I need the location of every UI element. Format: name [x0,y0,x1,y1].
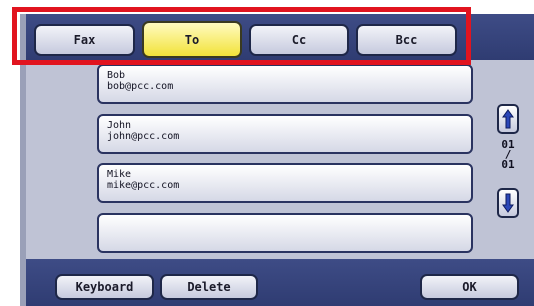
scroll-down-button[interactable] [497,188,519,218]
delete-button-label: Delete [187,280,231,294]
arrow-down-icon [502,193,514,213]
contact-email: john@pcc.com [107,131,180,142]
contact-name: John [107,120,132,131]
page-total: 01 [501,158,515,171]
ok-button[interactable]: OK [420,274,519,300]
delete-button[interactable]: Delete [160,274,258,300]
keyboard-button[interactable]: Keyboard [55,274,154,300]
contact-entry-mike[interactable]: Mike mike@pcc.com [97,163,473,203]
contact-entry-bob[interactable]: Bob bob@pcc.com [97,64,473,104]
arrow-up-icon [502,109,514,129]
contact-name: Bob [107,70,126,81]
contact-email: mike@pcc.com [107,180,180,191]
scroll-up-button[interactable] [497,104,519,134]
tab-highlight-box [12,7,471,65]
keyboard-button-label: Keyboard [75,280,134,294]
contact-entry-empty[interactable] [97,213,473,253]
page-indicator: 01 / 01 [497,139,519,171]
contact-email: bob@pcc.com [107,81,174,92]
contact-name: Mike [107,169,132,180]
contact-entry-john[interactable]: John john@pcc.com [97,114,473,154]
ok-button-label: OK [462,280,477,294]
